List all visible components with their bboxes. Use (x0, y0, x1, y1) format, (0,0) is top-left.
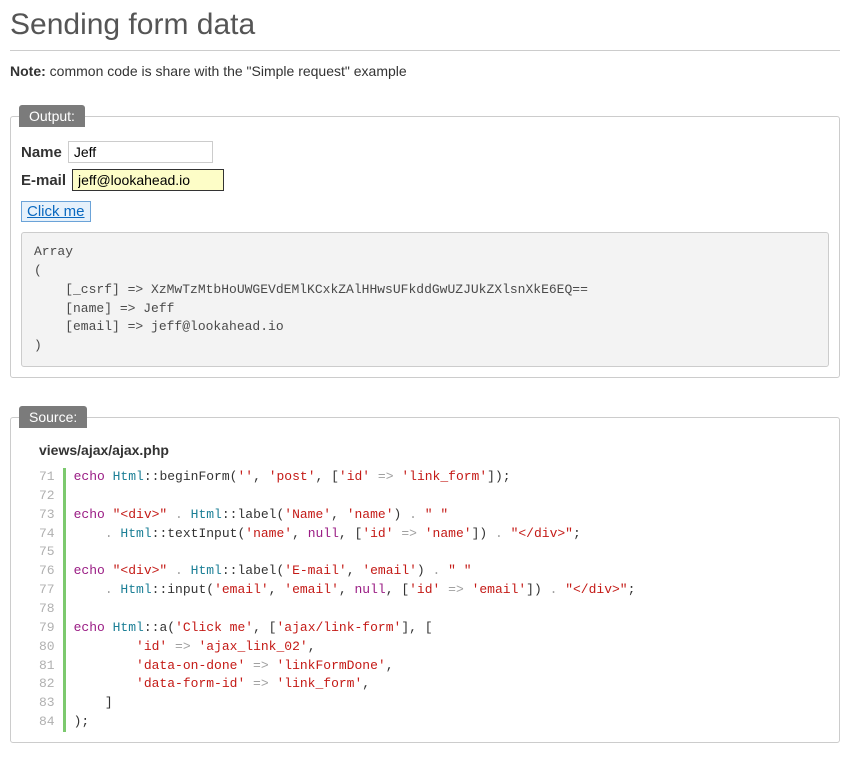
name-row: Name (21, 141, 829, 163)
page-title: Sending form data (10, 8, 840, 42)
line-number: 77 (39, 581, 55, 600)
note-line: Note: common code is share with the "Sim… (10, 63, 840, 79)
code-line: echo Html::beginForm('', 'post', ['id' =… (74, 468, 636, 487)
line-number: 72 (39, 487, 55, 506)
response-output: Array ( [_csrf] => XzMwTzMtbHoUWGEVdEMlK… (21, 232, 829, 367)
line-number: 79 (39, 619, 55, 638)
note-label: Note: (10, 63, 46, 79)
line-number: 80 (39, 638, 55, 657)
email-row: E-mail (21, 169, 829, 191)
source-legend: Source: (19, 406, 87, 428)
note-text: common code is share with the "Simple re… (46, 63, 407, 79)
code-column: echo Html::beginForm('', 'post', ['id' =… (74, 468, 636, 732)
code-block: 7172737475767778798081828384 echo Html::… (39, 468, 829, 732)
output-panel: Output: Name E-mail Click me Array ( [_c… (10, 105, 840, 378)
email-input[interactable] (72, 169, 224, 191)
code-line: echo "<div>" . Html::label('E-mail', 'em… (74, 562, 636, 581)
name-input[interactable] (68, 141, 213, 163)
code-line: . Html::input('email', 'email', null, ['… (74, 581, 636, 600)
code-line (74, 600, 636, 619)
click-me-link[interactable]: Click me (21, 201, 91, 222)
line-number: 78 (39, 600, 55, 619)
code-line: ] (74, 694, 636, 713)
source-panel: Source: views/ajax/ajax.php 717273747576… (10, 406, 840, 743)
source-filename: views/ajax/ajax.php (39, 442, 829, 458)
code-line: echo "<div>" . Html::label('Name', 'name… (74, 506, 636, 525)
line-number: 75 (39, 543, 55, 562)
email-label: E-mail (21, 172, 66, 189)
line-number: 71 (39, 468, 55, 487)
code-line: ); (74, 713, 636, 732)
code-line (74, 487, 636, 506)
code-line: 'data-on-done' => 'linkFormDone', (74, 657, 636, 676)
line-number: 81 (39, 657, 55, 676)
code-line: 'data-form-id' => 'link_form', (74, 675, 636, 694)
line-number-gutter: 7172737475767778798081828384 (39, 468, 63, 732)
line-number: 82 (39, 675, 55, 694)
line-number: 83 (39, 694, 55, 713)
code-line: . Html::textInput('name', null, ['id' =>… (74, 525, 636, 544)
code-line (74, 543, 636, 562)
name-label: Name (21, 144, 62, 161)
line-number: 76 (39, 562, 55, 581)
code-line: 'id' => 'ajax_link_02', (74, 638, 636, 657)
line-number: 74 (39, 525, 55, 544)
divider (10, 50, 840, 51)
line-number: 73 (39, 506, 55, 525)
gutter-bar (63, 468, 66, 732)
line-number: 84 (39, 713, 55, 732)
output-legend: Output: (19, 105, 85, 127)
code-line: echo Html::a('Click me', ['ajax/link-for… (74, 619, 636, 638)
